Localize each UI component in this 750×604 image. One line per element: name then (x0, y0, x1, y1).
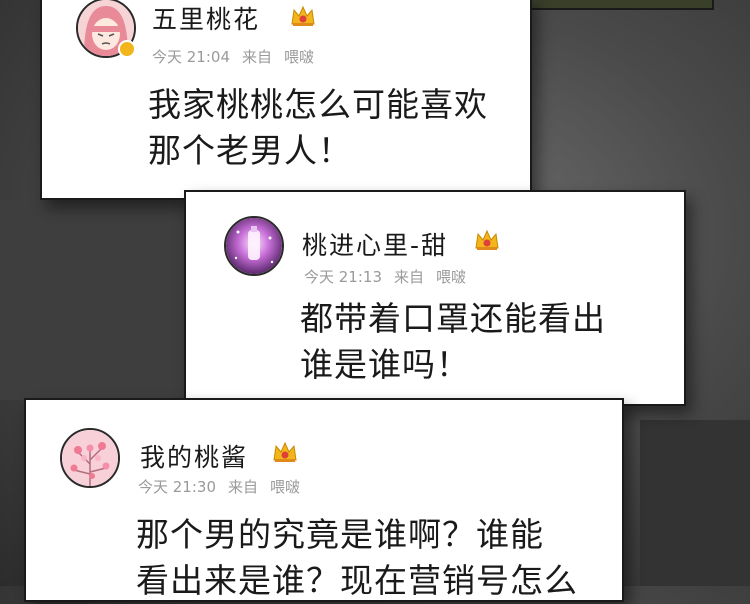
comment-text: 那个男的究竟是谁啊？谁能 看出来是谁？现在营销号怎么 (136, 512, 578, 604)
comment-username[interactable]: 五里桃花 (152, 0, 260, 36)
peach-blossom-avatar-icon (62, 430, 118, 486)
comment-line: 都带着口罩还能看出 (300, 299, 606, 338)
comment-time: 今天 21:04 (152, 48, 230, 66)
comment-meta: 今天 21:04 来自 喂啵 (152, 46, 326, 67)
comment-source[interactable]: 喂啵 (270, 478, 300, 496)
user-avatar[interactable] (224, 216, 284, 276)
comment-card: 我的桃酱 今天 21:30 来自 喂啵 那个男的究竟是谁啊？谁能 看出来是谁？现在营… (24, 398, 624, 602)
glowing-bottle-avatar-icon (226, 218, 282, 274)
background-panel (0, 200, 200, 400)
crown-icon (291, 5, 315, 26)
comment-source[interactable]: 喂啵 (284, 48, 314, 66)
user-avatar[interactable] (60, 428, 120, 488)
comment-line: 我家桃桃怎么可能喜欢 (148, 85, 488, 124)
comment-source[interactable]: 喂啵 (436, 268, 466, 286)
comment-line: 看出来是谁？现在营销号怎么 (136, 561, 578, 600)
comment-line: 那个老男人！ (148, 131, 352, 170)
crown-icon (273, 441, 297, 462)
comment-username[interactable]: 桃进心里-甜 (302, 226, 448, 262)
comment-line: 谁是谁吗！ (300, 345, 470, 384)
comment-source-prefix: 来自 (242, 48, 273, 66)
comment-source-prefix: 来自 (228, 478, 259, 496)
comment-time: 今天 21:13 (304, 268, 382, 286)
comment-card: 桃进心里-甜 今天 21:13 来自 喂啵 都带着口罩还能看出 谁是谁吗！ (184, 190, 686, 406)
comment-meta: 今天 21:30 来自 喂啵 (138, 476, 312, 497)
crown-icon (475, 229, 499, 250)
background-panel-top (530, 0, 714, 10)
comment-source-prefix: 来自 (394, 268, 425, 286)
comment-line: 那个男的究竟是谁啊？谁能 (136, 515, 544, 554)
verified-badge-icon (118, 40, 136, 58)
comment-text: 都带着口罩还能看出 谁是谁吗！ (300, 296, 606, 388)
comment-text: 我家桃桃怎么可能喜欢 那个老男人！ (148, 82, 488, 174)
comment-card: 五里桃花 今天 21:04 来自 喂啵 我家桃桃怎么可能喜欢 那个老男人！ (40, 0, 532, 200)
background-panel (640, 420, 750, 586)
comment-time: 今天 21:30 (138, 478, 216, 496)
comment-meta: 今天 21:13 来自 喂啵 (304, 266, 478, 287)
comment-username[interactable]: 我的桃酱 (140, 438, 248, 474)
